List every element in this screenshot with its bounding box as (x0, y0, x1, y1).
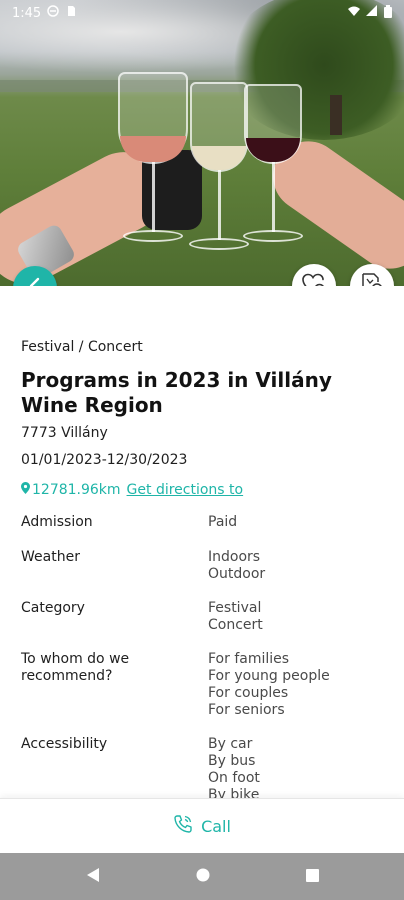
attribute-value: Paid (208, 514, 238, 530)
attribute-label: To whom do we recommend? (21, 651, 130, 684)
attribute-label: Weather (21, 549, 80, 565)
attribute-recommended-for: To whom do we recommend? For families Fo… (21, 651, 391, 719)
page-title: Programs in 2023 in Villány Wine Region (21, 368, 332, 417)
attribute-label: Category (21, 600, 85, 616)
event-category: Festival / Concert (21, 339, 143, 355)
distance-value: 12781.96km (32, 482, 121, 498)
attribute-label: Accessibility (21, 736, 108, 752)
wifi-icon (348, 5, 360, 21)
attribute-value: Outdoor (208, 566, 266, 582)
nav-back-icon[interactable] (86, 867, 100, 887)
rose-wine-glass (118, 72, 188, 242)
event-address: 7773 Villány (21, 425, 108, 441)
attribute-admission: Admission Paid (21, 514, 391, 531)
status-time: 1:45 (12, 5, 42, 21)
signal-icon (366, 5, 378, 21)
nav-recents-icon[interactable] (305, 867, 319, 886)
sd-card-icon (65, 5, 77, 21)
attribute-values: Festival Concert (208, 600, 263, 634)
event-detail: Festival / Concert Programs in 2023 in V… (0, 286, 404, 798)
attribute-value: By car (208, 736, 253, 752)
location-pin-icon (21, 482, 30, 498)
attribute-weather: Weather Indoors Outdoor (21, 549, 391, 583)
attribute-value: By bike (208, 787, 260, 798)
red-wine-glass (243, 84, 303, 242)
attribute-value: By bus (208, 753, 256, 769)
phone-icon (173, 814, 193, 838)
attribute-values: Paid (208, 514, 237, 531)
distance: 12781.96km (21, 482, 121, 498)
distance-row: 12781.96km Get directions to (21, 482, 243, 498)
battery-icon (384, 4, 392, 22)
get-directions-link[interactable]: Get directions to (127, 482, 244, 498)
attribute-values: For families For young people For couple… (208, 651, 330, 719)
attribute-label: Admission (21, 514, 93, 530)
attribute-category: Category Festival Concert (21, 600, 391, 634)
attribute-value: Festival (208, 600, 262, 616)
call-label: Call (201, 816, 231, 836)
tree-trunk (330, 95, 342, 135)
attribute-values: Indoors Outdoor (208, 549, 265, 583)
attribute-value: For young people (208, 668, 330, 684)
attribute-accessibility: Accessibility By car By bus On foot By b… (21, 736, 391, 798)
attribute-value: For couples (208, 685, 289, 701)
attribute-value: Concert (208, 617, 263, 633)
status-bar: 1:45 (0, 0, 404, 26)
attribute-values: By car By bus On foot By bike (208, 736, 260, 798)
system-navigation-bar (0, 853, 404, 900)
attribute-value: On foot (208, 770, 260, 786)
hero-photo (0, 0, 404, 286)
attribute-value: Indoors (208, 549, 261, 565)
white-wine-glass (189, 82, 249, 250)
attribute-value: For seniors (208, 702, 285, 718)
nav-home-icon[interactable] (196, 867, 210, 886)
call-button[interactable]: Call (0, 798, 404, 853)
event-dates: 01/01/2023-12/30/2023 (21, 452, 188, 468)
sync-icon (47, 5, 59, 21)
attribute-value: For families (208, 651, 290, 667)
